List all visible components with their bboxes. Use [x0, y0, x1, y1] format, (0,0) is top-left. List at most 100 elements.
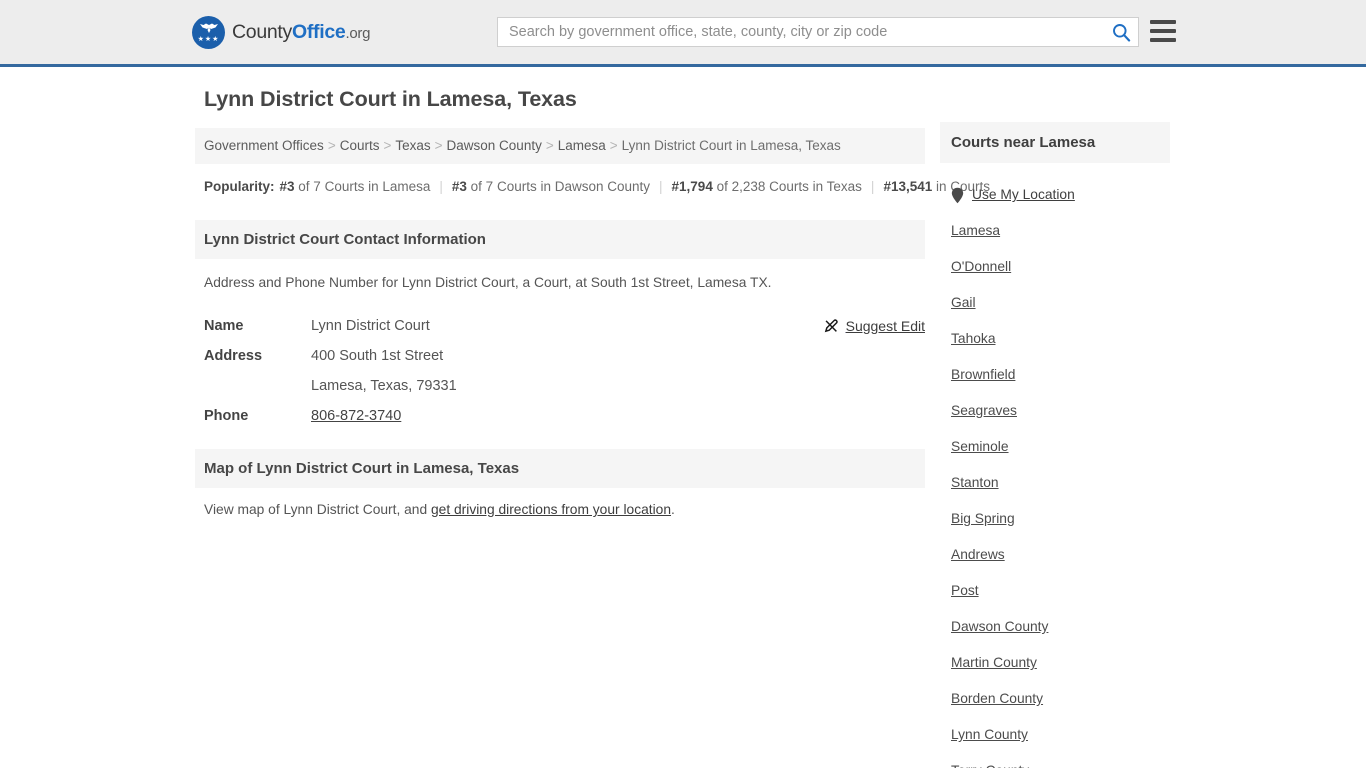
sidebar-item-link[interactable]: Andrews — [951, 547, 1005, 562]
contact-row: Phone 806-872-3740 — [204, 401, 916, 431]
map-section-heading: Map of Lynn District Court in Lamesa, Te… — [195, 449, 925, 488]
breadcrumb: Government Offices > Courts > Texas > Dawson C… — [195, 128, 925, 164]
map-section-intro: View map of Lynn District Court, and get… — [195, 488, 925, 517]
hamburger-menu-button[interactable] — [1150, 20, 1176, 42]
sidebar-item-link[interactable]: Martin County — [951, 655, 1037, 670]
sidebar-item-seagraves[interactable]: Seagraves — [951, 393, 1170, 429]
breadcrumb-separator: > — [383, 138, 392, 153]
sidebar-item-seminole[interactable]: Seminole — [951, 429, 1170, 465]
sidebar-item-brownfield[interactable]: Brownfield — [951, 357, 1170, 393]
map-intro-after: . — [671, 502, 675, 517]
page-title: Lynn District Court in Lamesa, Texas — [204, 87, 577, 111]
sidebar-item-link[interactable]: Seminole — [951, 439, 1009, 454]
sidebar-item-link[interactable]: Lamesa — [951, 223, 1000, 238]
breadcrumb-separator: > — [327, 138, 336, 153]
sidebar-item-link[interactable]: Terry County — [951, 763, 1029, 768]
use-my-location-link[interactable]: Use My Location — [951, 177, 1170, 213]
logo-text-org: .org — [345, 25, 371, 42]
sidebar-item-link[interactable]: Brownfield — [951, 367, 1015, 382]
driving-directions-link[interactable]: get driving directions from your locatio… — [431, 502, 671, 517]
search-icon — [1112, 23, 1130, 42]
breadcrumb-item-3[interactable]: Texas — [395, 138, 430, 153]
breadcrumb-item-5[interactable]: Lamesa — [558, 138, 606, 153]
sidebar-item-link[interactable]: Big Spring — [951, 511, 1015, 526]
contact-row: Address 400 South 1st Street — [204, 341, 916, 371]
sidebar-item-borden-county[interactable]: Borden County — [951, 681, 1170, 717]
sidebar-item-gail[interactable]: Gail — [951, 285, 1170, 321]
hamburger-bar-1 — [1150, 20, 1176, 24]
phone-link[interactable]: 806-872-3740 — [311, 408, 401, 424]
contact-details-table: Name Lynn District Court Address 400 South … — [195, 311, 925, 431]
contact-section-intro: Address and Phone Number for Lynn Distri… — [204, 275, 772, 290]
logo-text-county: County — [232, 21, 292, 43]
sidebar-item-big-spring[interactable]: Big Spring — [951, 501, 1170, 537]
main-content-column: Lynn District Court in Lamesa, Texas Gov… — [195, 87, 990, 517]
sidebar-item-stanton[interactable]: Stanton — [951, 465, 1170, 501]
search-button[interactable] — [1104, 18, 1138, 46]
popularity-divider: | — [870, 179, 875, 194]
sidebar-item-link[interactable]: Dawson County — [951, 619, 1048, 634]
sidebar-item-o-donnell[interactable]: O'Donnell — [951, 249, 1170, 285]
sidebar-item-andrews[interactable]: Andrews — [951, 537, 1170, 573]
breadcrumb-item-6: Lynn District Court in Lamesa, Texas — [621, 138, 841, 153]
contact-row-value[interactable]: 806-872-3740 — [311, 401, 401, 431]
sidebar-list: Use My Location Lamesa O'Donnell Gail Tahok… — [940, 163, 1170, 768]
popularity-rank: #1,794 — [671, 179, 713, 194]
suggest-edit-link[interactable]: Suggest Edit — [824, 311, 925, 341]
sidebar-item-lynn-county[interactable]: Lynn County — [951, 717, 1170, 753]
location-pin-icon — [951, 187, 964, 203]
edit-pencil-icon — [824, 318, 838, 332]
hamburger-bar-3 — [1150, 38, 1176, 42]
popularity-rank: #3 — [451, 179, 467, 194]
sidebar-item-link[interactable]: Post — [951, 583, 979, 598]
sidebar-item-lamesa[interactable]: Lamesa — [951, 213, 1170, 249]
sidebar-item-link[interactable]: Lynn County — [951, 727, 1028, 742]
eagle-seal-icon: ★★★ — [192, 16, 225, 49]
breadcrumb-separator: > — [434, 138, 443, 153]
contact-row: Lamesa, Texas, 79331 — [204, 371, 916, 401]
contact-row: Name Lynn District Court — [204, 311, 916, 341]
logo-text-office: Office — [292, 21, 346, 43]
site-logo[interactable]: ★★★ CountyOffice.org — [192, 16, 370, 49]
sidebar-item-link[interactable]: Gail — [951, 295, 976, 310]
sidebar-item-link[interactable]: Borden County — [951, 691, 1043, 706]
breadcrumb-item-4[interactable]: Dawson County — [447, 138, 542, 153]
sidebar-item-link[interactable]: Seagraves — [951, 403, 1017, 418]
map-intro-before: View map of Lynn District Court, and — [204, 502, 431, 517]
breadcrumb-item-1[interactable]: Government Offices — [204, 138, 324, 153]
popularity-rank: #3 — [279, 179, 295, 194]
breadcrumb-separator: > — [545, 138, 554, 153]
search-bar — [497, 17, 1139, 47]
breadcrumb-separator: > — [609, 138, 618, 153]
sidebar-item-terry-county[interactable]: Terry County — [951, 753, 1170, 768]
eagle-icon — [199, 23, 218, 33]
popularity-item-2: #3 of 7 Courts in Dawson County — [451, 179, 651, 194]
popularity-divider: | — [659, 179, 663, 194]
use-my-location-label: Use My Location — [972, 187, 1075, 202]
sidebar-item-dawson-county[interactable]: Dawson County — [951, 609, 1170, 645]
breadcrumb-item-2[interactable]: Courts — [340, 138, 380, 153]
stars-icon: ★★★ — [197, 36, 220, 43]
hamburger-bar-2 — [1150, 29, 1176, 33]
contact-row-label: Address — [204, 348, 263, 364]
sidebar-item-martin-county[interactable]: Martin County — [951, 645, 1170, 681]
contact-row-value: 400 South 1st Street — [311, 348, 444, 364]
sidebar-item-tahoka[interactable]: Tahoka — [951, 321, 1170, 357]
search-input[interactable] — [498, 18, 1104, 46]
sidebar-item-link[interactable]: Stanton — [951, 475, 999, 490]
contact-row-label — [204, 371, 311, 401]
site-header: ★★★ CountyOffice.org — [0, 0, 1366, 67]
suggest-edit-label: Suggest Edit — [845, 318, 925, 334]
popularity-item-1: #3 of 7 Courts in Lamesa — [279, 179, 431, 194]
sidebar: Courts near Lamesa Use My Location Lames… — [940, 122, 1170, 768]
popularity-divider: | — [439, 179, 443, 194]
sidebar-item-link[interactable]: Tahoka — [951, 331, 996, 346]
popularity-bar: Popularity: #3 of 7 Courts in Lamesa | #3 o… — [195, 164, 990, 202]
popularity-item-3: #1,794 of 2,238 Courts in Texas — [671, 179, 862, 194]
sidebar-heading: Courts near Lamesa — [940, 122, 1170, 163]
popularity-rank: #13,541 — [883, 179, 933, 194]
sidebar-item-post[interactable]: Post — [951, 573, 1170, 609]
sidebar-item-use-my-location[interactable]: Use My Location — [951, 177, 1170, 213]
contact-row-label: Phone — [204, 408, 249, 424]
sidebar-item-link[interactable]: O'Donnell — [951, 259, 1011, 274]
